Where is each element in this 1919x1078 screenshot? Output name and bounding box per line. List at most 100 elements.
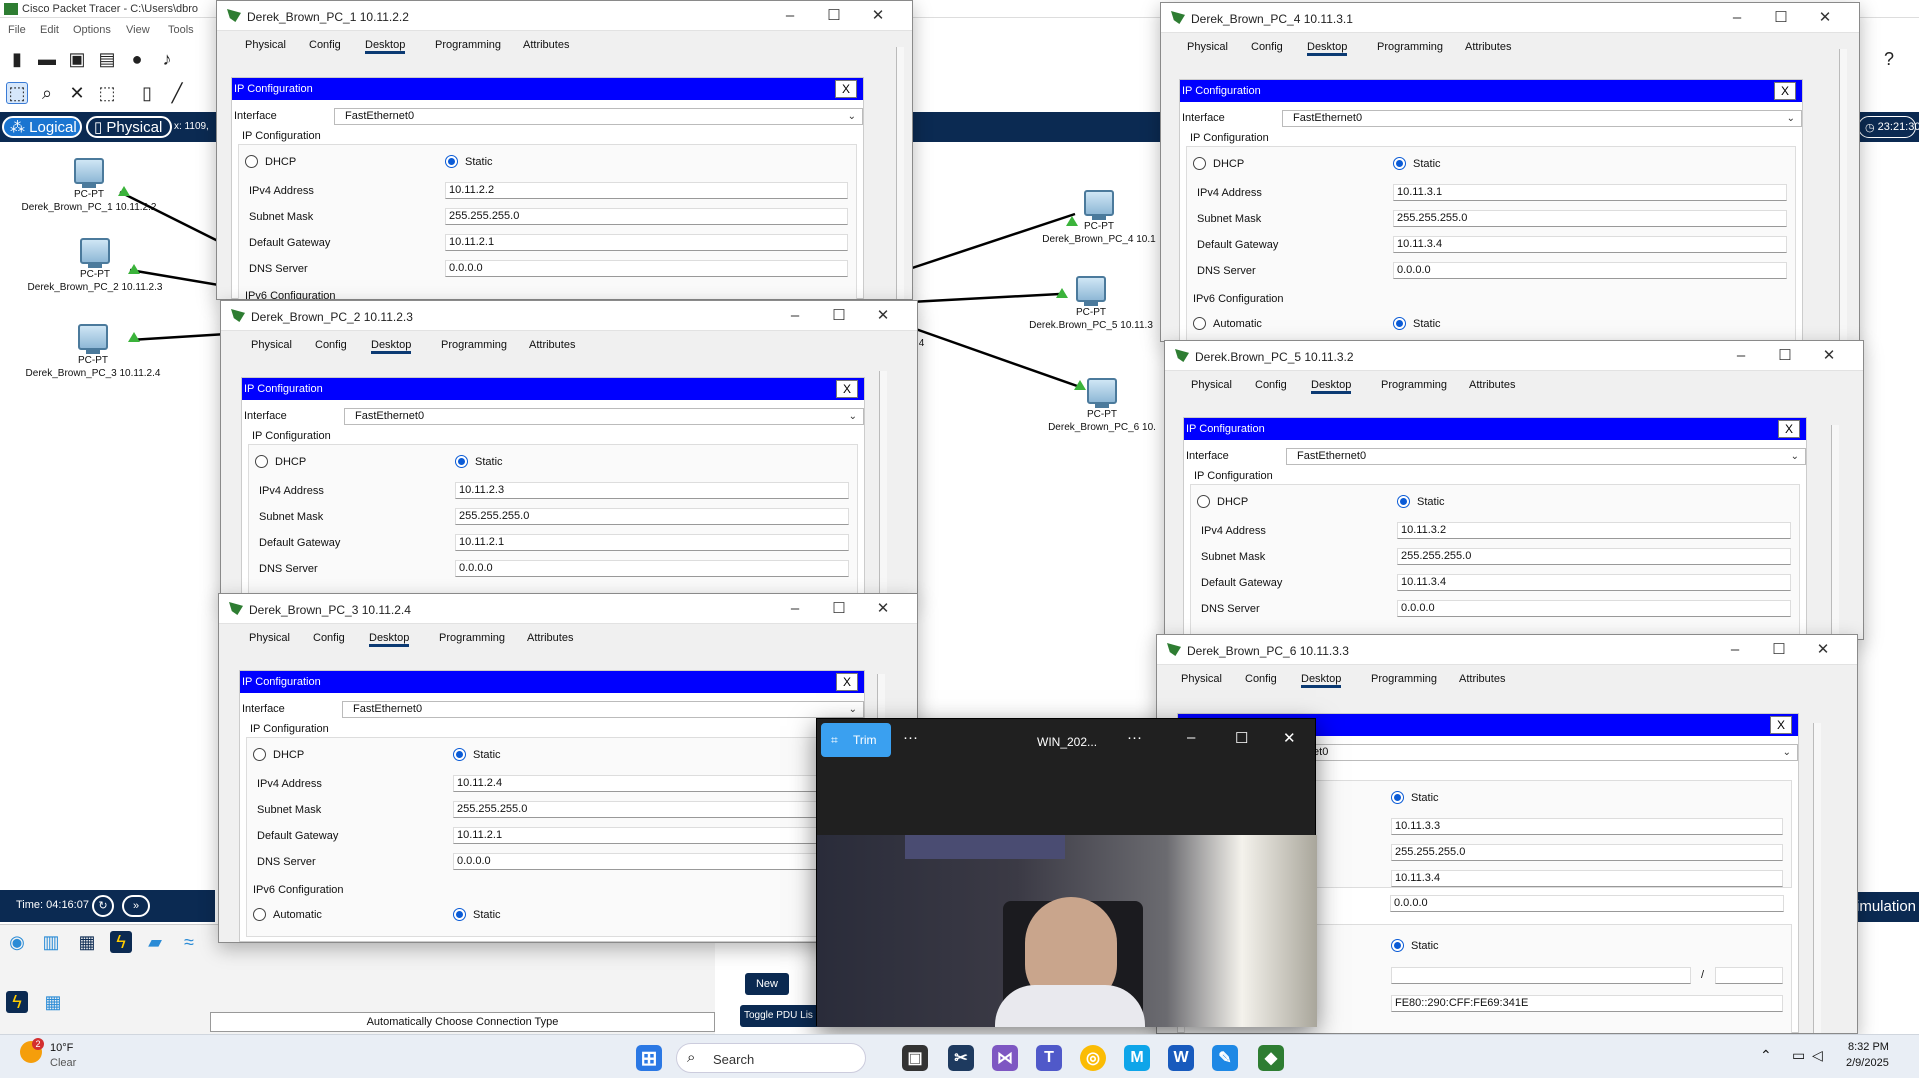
close-ip-config-button[interactable]: X xyxy=(835,80,857,98)
close-icon[interactable]: ✕ xyxy=(861,599,905,619)
grid-icon[interactable]: ▦ xyxy=(42,991,64,1013)
ipv6-automatic-radio[interactable] xyxy=(253,908,266,921)
subnet-field[interactable]: 255.255.255.0 xyxy=(445,208,848,225)
gateway-field[interactable]: 10.11.3.4 xyxy=(1391,870,1783,887)
teams-icon[interactable]: T xyxy=(1036,1045,1062,1071)
minimize-icon[interactable]: – xyxy=(768,6,812,26)
tab-desktop[interactable]: Desktop xyxy=(369,632,410,647)
pc3-node[interactable]: PC-PT Derek_Brown_PC_3 10.11.2.4 xyxy=(18,324,168,380)
dns-field[interactable]: 0.0.0.0 xyxy=(453,853,849,870)
info-icon[interactable]: ● xyxy=(126,48,148,70)
close-icon[interactable]: ✕ xyxy=(1807,346,1851,366)
menu-tools[interactable]: Tools xyxy=(168,24,194,36)
tab-programming[interactable]: Programming xyxy=(1371,673,1437,685)
tab-programming[interactable]: Programming xyxy=(435,39,501,51)
maximize-icon[interactable]: ☐ xyxy=(812,6,856,26)
fast-forward-icon[interactable]: » xyxy=(122,895,150,917)
tab-programming[interactable]: Programming xyxy=(1377,41,1443,53)
network-info-icon[interactable]: ♪ xyxy=(156,48,178,70)
new-file-icon[interactable]: ▮ xyxy=(6,48,28,70)
tab-config[interactable]: Config xyxy=(315,339,347,351)
photos-icon[interactable]: ✎ xyxy=(1212,1045,1238,1071)
static-radio[interactable] xyxy=(455,455,468,468)
gateway-field[interactable]: 10.11.2.1 xyxy=(453,827,849,844)
tab-desktop[interactable]: Desktop xyxy=(365,39,406,54)
webcam-video[interactable] xyxy=(817,835,1317,1027)
interface-select[interactable]: FastEthernet0 ⌄ xyxy=(1282,110,1802,127)
tab-programming[interactable]: Programming xyxy=(1381,379,1447,391)
tab-desktop[interactable]: Desktop xyxy=(371,339,412,354)
tab-physical[interactable]: Physical xyxy=(251,339,292,351)
menu-file[interactable]: File xyxy=(8,24,26,36)
pc4-node[interactable]: PC-PT Derek_Brown_PC_4 10.1 xyxy=(1034,190,1164,246)
ipv6-address-field[interactable] xyxy=(1391,967,1691,984)
close-icon[interactable]: ✕ xyxy=(1801,640,1845,660)
minimize-icon[interactable]: – xyxy=(773,306,817,326)
interface-select[interactable]: hernet0⌄ xyxy=(1280,744,1798,761)
close-icon[interactable]: ✕ xyxy=(861,306,905,326)
interface-select[interactable]: FastEthernet0 ⌄ xyxy=(334,108,863,125)
help-icon[interactable]: ? xyxy=(1878,48,1900,70)
scrollbar[interactable] xyxy=(1813,723,1821,1033)
logical-mode-button[interactable]: ⁂ Logical xyxy=(2,116,82,138)
close-ip-config-button[interactable]: X xyxy=(836,673,858,691)
prefix-length-field[interactable] xyxy=(1715,967,1783,984)
tab-physical[interactable]: Physical xyxy=(249,632,290,644)
scrollbar[interactable] xyxy=(1831,425,1839,639)
print-icon[interactable]: ▤ xyxy=(96,48,118,70)
menu-edit[interactable]: Edit xyxy=(40,24,59,36)
subnet-field[interactable]: 255.255.255.0 xyxy=(455,508,849,525)
ipv4-field[interactable]: 10.11.3.1 xyxy=(1393,184,1787,201)
dns-field[interactable]: 0.0.0.0 xyxy=(1397,600,1791,617)
gateway-field[interactable]: 10.11.3.4 xyxy=(1397,574,1791,591)
dhcp-radio[interactable] xyxy=(253,748,266,761)
tab-physical[interactable]: Physical xyxy=(1187,41,1228,53)
snipping-tool-icon[interactable]: ✂ xyxy=(948,1045,974,1071)
pc2-node[interactable]: PC-PT Derek_Brown_PC_2 10.11.2.3 xyxy=(20,238,170,294)
ipv6-static-radio[interactable] xyxy=(453,908,466,921)
maximize-icon[interactable]: ☐ xyxy=(817,599,861,619)
minimize-icon[interactable]: – xyxy=(1719,346,1763,366)
static-radio[interactable] xyxy=(1391,791,1404,804)
physical-mode-button[interactable]: ▯ Physical xyxy=(86,116,172,138)
delete-icon[interactable]: ✕ xyxy=(66,82,88,104)
start-icon[interactable]: ⊞ xyxy=(636,1045,662,1071)
tab-attributes[interactable]: Attributes xyxy=(1459,673,1505,685)
tab-attributes[interactable]: Attributes xyxy=(527,632,573,644)
pc1-node[interactable]: PC-PT Derek_Brown_PC_1 10.11.2.2 xyxy=(14,158,164,214)
tab-desktop[interactable]: Desktop xyxy=(1301,673,1342,688)
tab-desktop[interactable]: Desktop xyxy=(1311,379,1352,394)
scrollbar[interactable] xyxy=(879,371,887,599)
wireless-icon[interactable]: ≈ xyxy=(178,931,200,953)
gateway-field[interactable]: 10.11.3.4 xyxy=(1393,236,1787,253)
hubs-icon[interactable]: ▦ xyxy=(76,931,98,953)
toggle-pdu-list-button[interactable]: Toggle PDU Lis xyxy=(740,1005,820,1027)
interface-select[interactable]: FastEthernet0 ⌄ xyxy=(1286,448,1806,465)
dhcp-radio[interactable] xyxy=(1197,495,1210,508)
close-ip-config-button[interactable]: X xyxy=(1770,716,1792,734)
maximize-icon[interactable]: ☐ xyxy=(1235,729,1248,747)
close-icon[interactable]: ✕ xyxy=(1803,8,1847,28)
scrollbar[interactable] xyxy=(1839,49,1847,341)
routers-icon[interactable]: ◉ xyxy=(6,931,28,953)
static-radio[interactable] xyxy=(1397,495,1410,508)
static-radio[interactable] xyxy=(445,155,458,168)
close-ip-config-button[interactable]: X xyxy=(836,380,858,398)
word-icon[interactable]: W xyxy=(1168,1045,1194,1071)
title-more-icon[interactable]: ··· xyxy=(1127,729,1142,746)
packet-tracer-taskbar-icon[interactable]: ◆ xyxy=(1258,1045,1284,1071)
subnet-field[interactable]: 255.255.255.0 xyxy=(453,801,849,818)
tray-chevron-up-icon[interactable]: ⌃ xyxy=(1760,1047,1772,1064)
close-icon[interactable]: ✕ xyxy=(856,6,900,26)
tab-attributes[interactable]: Attributes xyxy=(1469,379,1515,391)
gateway-field[interactable]: 10.11.2.1 xyxy=(455,534,849,551)
note-icon[interactable]: ▯ xyxy=(136,82,158,104)
network-icon[interactable]: ▭ xyxy=(1792,1047,1805,1064)
minimize-icon[interactable]: – xyxy=(1187,729,1195,746)
tab-physical[interactable]: Physical xyxy=(1181,673,1222,685)
ipv4-field[interactable]: 10.11.3.3 xyxy=(1391,818,1783,835)
resize-icon[interactable]: ⬚ xyxy=(96,82,118,104)
dns-field[interactable]: 0.0.0.0 xyxy=(455,560,849,577)
tab-config[interactable]: Config xyxy=(1251,41,1283,53)
tab-desktop[interactable]: Desktop xyxy=(1307,41,1348,56)
